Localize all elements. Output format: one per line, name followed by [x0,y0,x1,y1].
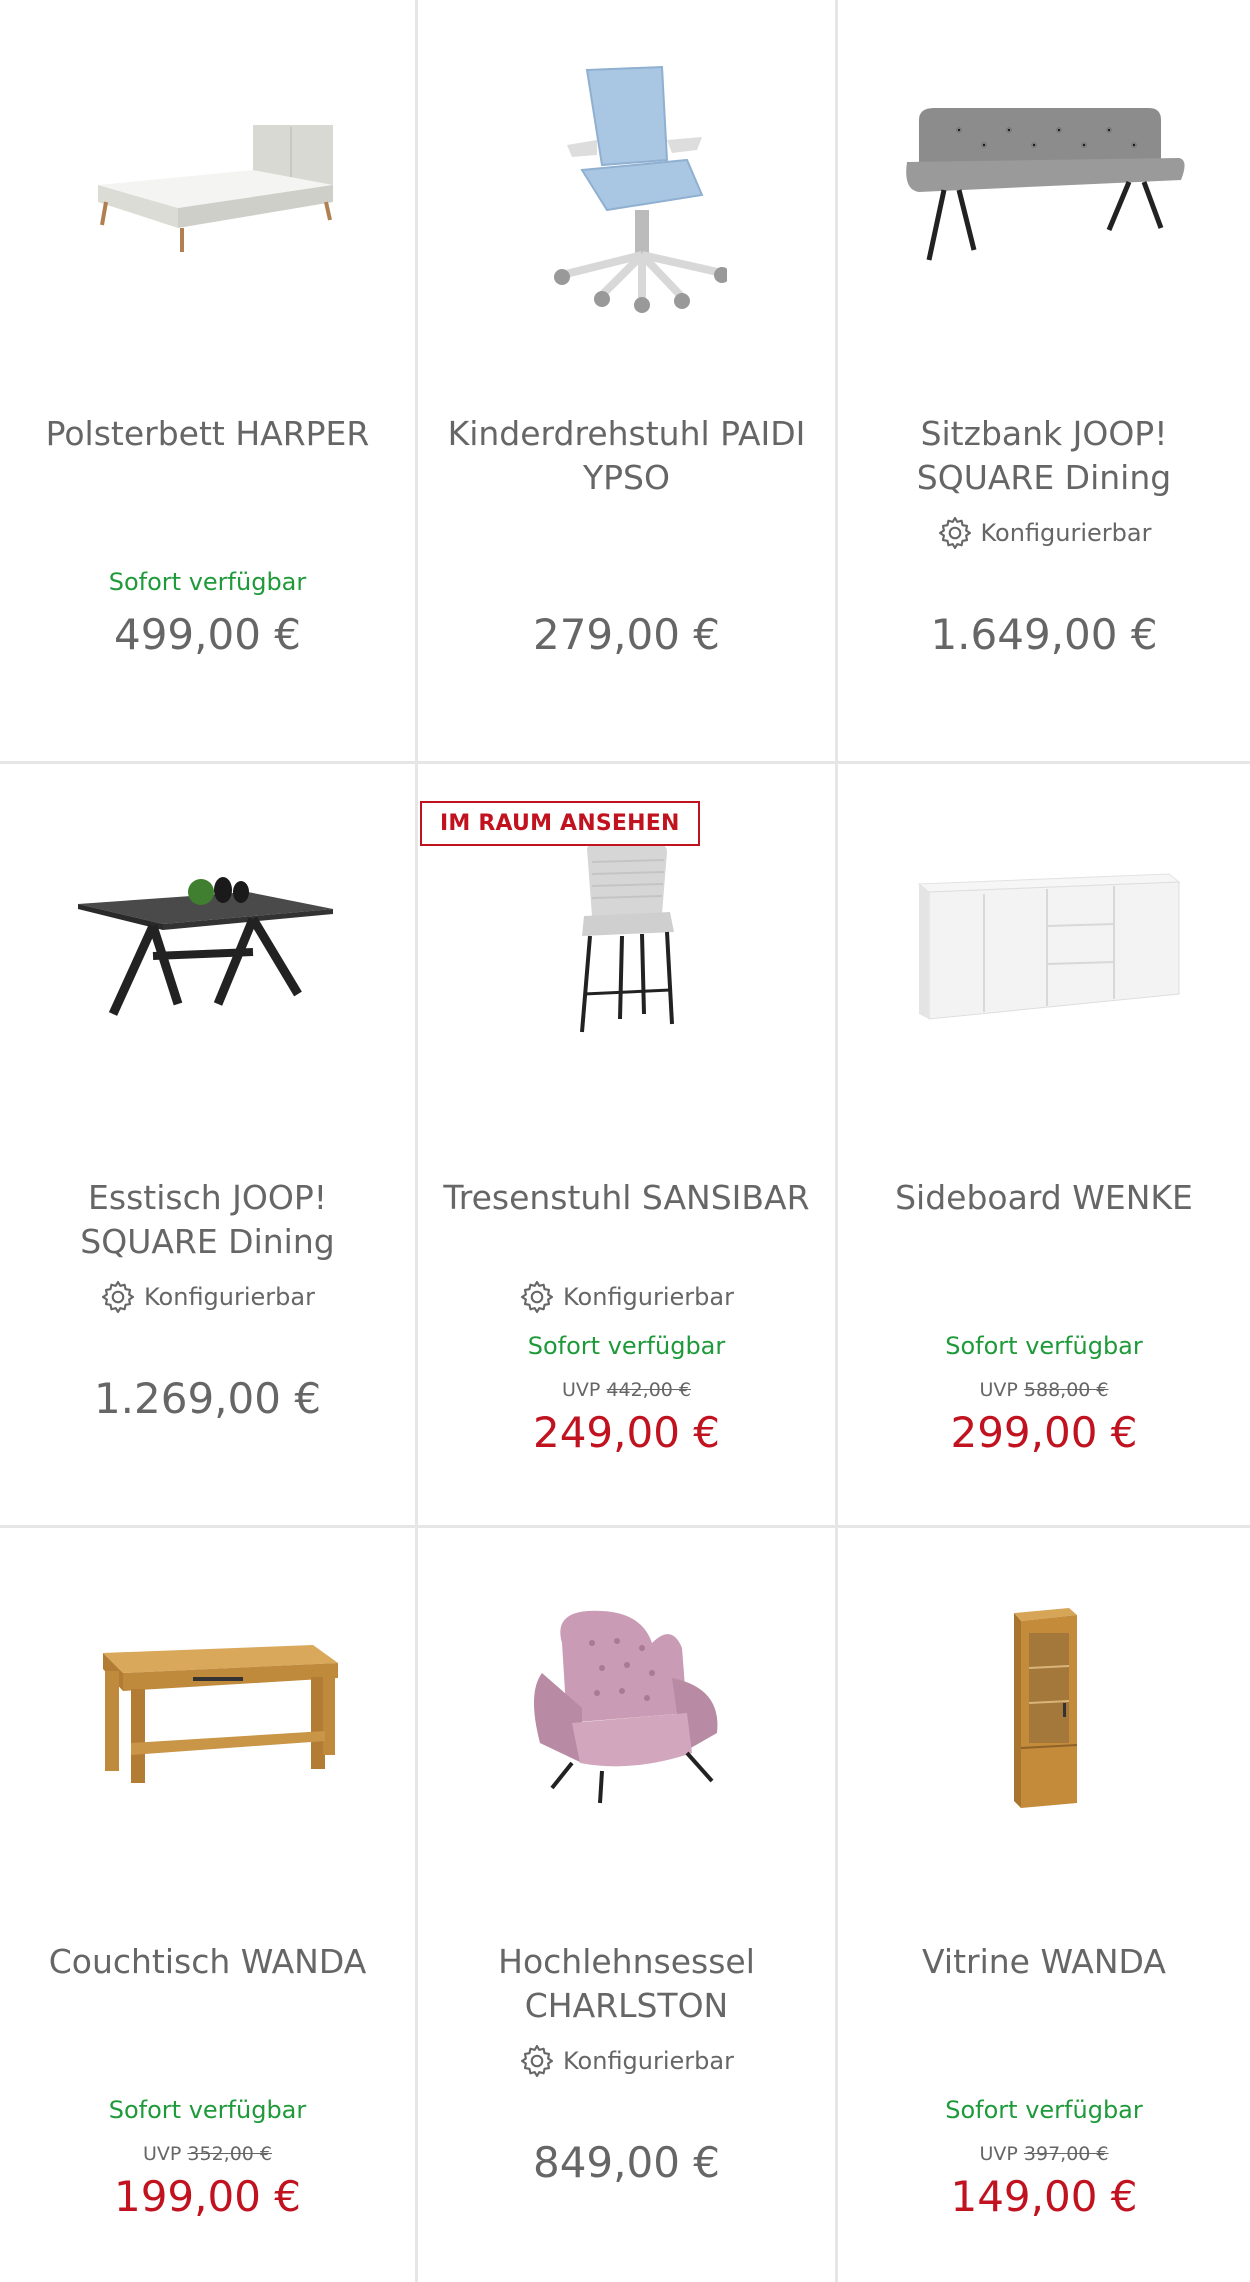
availability-status: Sofort verfügbar [108,2096,307,2124]
coffee-table-image[interactable] [0,1558,415,1858]
uvp-price: UVP 588,00 € [838,1379,1250,1401]
availability-status: Sofort verfügbar [945,2096,1143,2124]
uvp-price: UVP 442,00 € [418,1379,835,1401]
price: 1.649,00 € [930,610,1158,659]
configurable-text: Konfigurierbar [563,1283,734,1311]
uvp-old-price: 588,00 € [1023,1379,1109,1401]
product-title[interactable]: Tresenstuhl SANSIBAR [438,1176,815,1220]
gear-icon [938,516,971,550]
product-card-couchtisch-wanda[interactable]: Couchtisch WANDA Sofort verfügbar UVP 35… [0,1528,418,2282]
upholstered-bed-image[interactable] [0,30,415,330]
product-card-hochlehnsessel-charlston[interactable]: Hochlehnsessel CHARLSTON Konfigurierbar … [418,1528,838,2282]
configurable-text: Konfigurierbar [144,1283,315,1311]
uvp-old-price: 352,00 € [187,2143,273,2165]
configurable-text: Konfigurierbar [563,2047,734,2075]
configurable-label: Konfigurierbar [418,1279,835,1315]
uvp-label: UVP [142,2143,182,2165]
product-card-polsterbett-harper[interactable]: Polsterbett HARPER Sofort verfügbar 499,… [0,0,418,764]
product-title[interactable]: Esstisch JOOP! SQUARE Dining [20,1176,395,1264]
availability-status: Sofort verfügbar [108,568,307,596]
product-card-sitzbank-joop-square-dining[interactable]: Sitzbank JOOP! SQUARE Dining Konfigurier… [838,0,1250,764]
uvp-label: UVP [561,1379,601,1401]
sale-price: 249,00 € [532,1408,721,1457]
configurable-text: Konfigurierbar [980,519,1152,547]
configurable-label: Konfigurierbar [0,1279,415,1315]
price: 499,00 € [113,610,302,659]
availability-status: Sofort verfügbar [945,1332,1143,1360]
product-title[interactable]: Kinderdrehstuhl PAIDI YPSO [438,412,815,500]
uvp-label: UVP [979,2143,1018,2165]
dining-table-image[interactable] [0,794,415,1094]
configurable-label: Konfigurierbar [418,2043,835,2079]
configurable-label: Konfigurierbar [838,515,1250,551]
product-title[interactable]: Sideboard WENKE [858,1176,1230,1220]
product-card-vitrine-wanda[interactable]: Vitrine WANDA Sofort verfügbar UVP 397,0… [838,1528,1250,2282]
price: 849,00 € [532,2138,721,2187]
bench-image[interactable] [838,30,1250,330]
wingback-armchair-image[interactable] [418,1558,835,1858]
uvp-label: UVP [979,1379,1018,1401]
sale-price: 199,00 € [113,2172,302,2221]
uvp-price: UVP 397,00 € [838,2143,1250,2165]
display-cabinet-image[interactable] [838,1558,1250,1858]
product-title[interactable]: Polsterbett HARPER [20,412,395,456]
product-title[interactable]: Hochlehnsessel CHARLSTON [438,1940,815,2028]
uvp-price: UVP 352,00 € [0,2143,415,2165]
product-title[interactable]: Couchtisch WANDA [20,1940,395,1984]
price: 279,00 € [532,610,721,659]
price: 1.269,00 € [93,1374,322,1423]
gear-icon [101,1280,135,1314]
availability-status: Sofort verfügbar [527,1332,726,1360]
product-card-kinderdrehstuhl-paidi-ypso[interactable]: Kinderdrehstuhl PAIDI YPSO 279,00 € [418,0,838,764]
gear-icon [520,2044,554,2078]
sale-price: 299,00 € [950,1408,1138,1457]
product-card-esstisch-joop-square-dining[interactable]: Esstisch JOOP! SQUARE Dining Konfigurier… [0,764,418,1528]
uvp-old-price: 397,00 € [1023,2143,1109,2165]
sale-price: 149,00 € [950,2172,1138,2221]
product-title[interactable]: Vitrine WANDA [858,1940,1230,1984]
product-card-sideboard-wenke[interactable]: Sideboard WENKE Sofort verfügbar UVP 588… [838,764,1250,1528]
uvp-old-price: 442,00 € [606,1379,692,1401]
product-grid: Polsterbett HARPER Sofort verfügbar 499,… [0,0,1250,2282]
sideboard-image[interactable] [838,794,1250,1094]
gear-icon [520,1280,554,1314]
view-in-room-badge[interactable]: IM RAUM ANSEHEN [420,801,700,846]
swivel-chair-image[interactable] [418,30,835,330]
product-title[interactable]: Sitzbank JOOP! SQUARE Dining [858,412,1230,500]
product-card-tresenstuhl-sansibar[interactable]: IM RAUM ANSEHEN Tresenstuhl SANSIBAR Kon… [418,764,838,1528]
